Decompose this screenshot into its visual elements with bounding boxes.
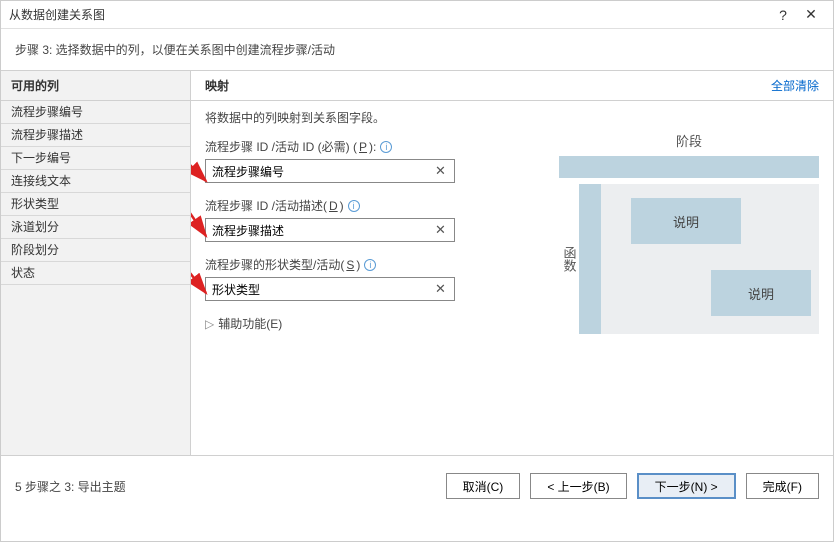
field1-label: 流程步骤 ID /活动 ID (必需) (P):i [205, 138, 467, 155]
column-item[interactable]: 泳道划分 [1, 216, 190, 239]
step-subtitle: 步骤 3: 选择数据中的列，以便在关系图中创建流程步骤/活动 [1, 29, 833, 70]
available-columns-panel: 可用的列 流程步骤编号 流程步骤描述 下一步编号 连接线文本 形状类型 泳道划分… [1, 71, 191, 455]
preview-node: 说明 [711, 270, 811, 316]
mapping-description: 将数据中的列映射到关系图字段。 [205, 109, 467, 126]
available-columns-header: 可用的列 [1, 71, 190, 101]
info-icon[interactable]: i [364, 259, 376, 271]
window-title: 从数据创建关系图 [9, 6, 769, 23]
column-item[interactable]: 状态 [1, 262, 190, 285]
finish-button[interactable]: 完成(F) [746, 473, 819, 499]
aux-expander[interactable]: ▷辅助功能(E) [205, 315, 467, 332]
field1-combo[interactable]: ✕ [205, 159, 467, 183]
preview-diagram: 阶段 函数 说明 说明 [559, 131, 819, 334]
next-button[interactable]: 下一步(N) > [637, 473, 736, 499]
clear-icon[interactable]: ✕ [435, 281, 446, 297]
main-content: 可用的列 流程步骤编号 流程步骤描述 下一步编号 连接线文本 形状类型 泳道划分… [1, 70, 833, 456]
info-icon[interactable]: i [348, 200, 360, 212]
footer: 5 步骤之 3: 导出主题 取消(C) < 上一步(B) 下一步(N) > 完成… [1, 456, 833, 516]
column-item[interactable]: 连接线文本 [1, 170, 190, 193]
field1-input[interactable] [205, 159, 455, 183]
field3-input[interactable] [205, 277, 455, 301]
column-item[interactable]: 形状类型 [1, 193, 190, 216]
phase-box [559, 156, 819, 178]
swimlane-body: 说明 说明 [601, 184, 819, 334]
step-indicator: 5 步骤之 3: 导出主题 [15, 478, 436, 495]
mapping-header: 映射 [205, 71, 771, 100]
swimlane-label: 函数 [560, 246, 579, 272]
chevron-right-icon: ▷ [205, 317, 214, 331]
help-icon[interactable]: ? [769, 7, 797, 23]
field2-label: 流程步骤 ID /活动描述(D)i [205, 197, 467, 214]
column-item[interactable]: 下一步编号 [1, 147, 190, 170]
clear-icon[interactable]: ✕ [435, 163, 446, 179]
column-item[interactable]: 阶段划分 [1, 239, 190, 262]
info-icon[interactable]: i [380, 141, 392, 153]
close-icon[interactable]: ✕ [797, 6, 825, 23]
prev-button[interactable]: < 上一步(B) [530, 473, 626, 499]
titlebar: 从数据创建关系图 ? ✕ [1, 1, 833, 29]
field2-combo[interactable]: ✕ [205, 218, 467, 242]
column-item[interactable]: 流程步骤描述 [1, 124, 190, 147]
phase-label: 阶段 [559, 131, 819, 150]
field3-label: 流程步骤的形状类型/活动(S)i [205, 256, 467, 273]
mapping-panel: 映射 全部清除 将数据中的列映射到关系图字段。 流程步骤 ID /活动 ID (… [191, 71, 833, 455]
column-item[interactable]: 流程步骤编号 [1, 101, 190, 124]
cancel-button[interactable]: 取消(C) [446, 473, 521, 499]
preview-node: 说明 [631, 198, 741, 244]
clear-all-link[interactable]: 全部清除 [771, 71, 819, 100]
field2-input[interactable] [205, 218, 455, 242]
swimlane-strip [579, 184, 601, 334]
clear-icon[interactable]: ✕ [435, 222, 446, 238]
field3-combo[interactable]: ✕ [205, 277, 467, 301]
